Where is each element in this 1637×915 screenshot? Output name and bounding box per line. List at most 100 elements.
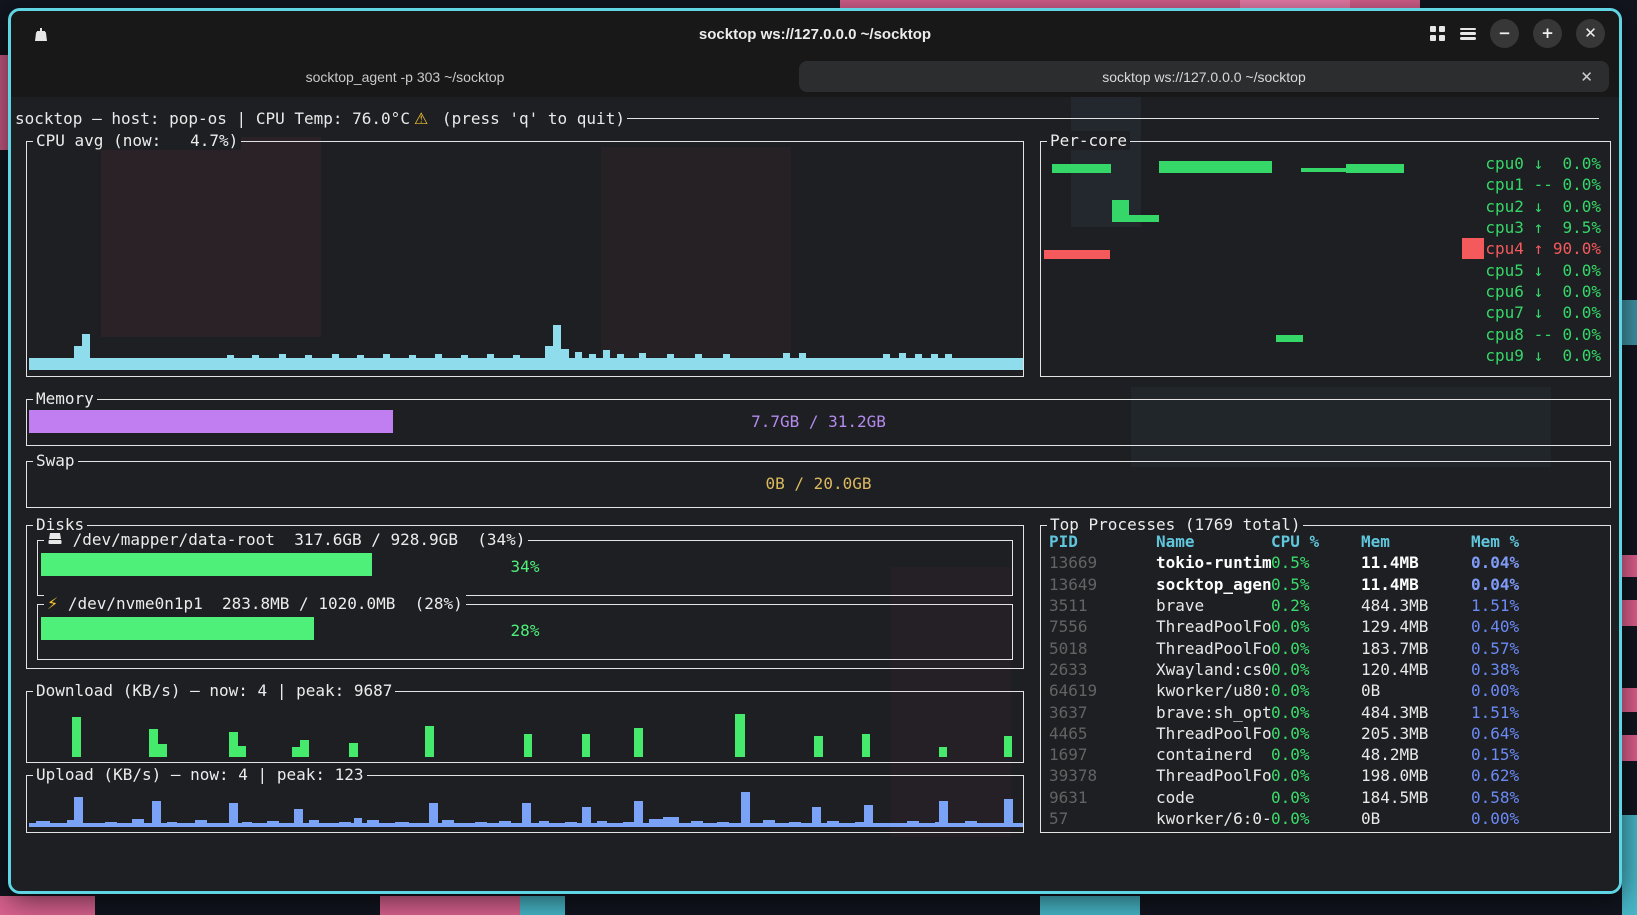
core-row: cpu6 ↓ 0.0% xyxy=(1462,281,1601,302)
spark-bar xyxy=(425,726,434,757)
spark-bar xyxy=(74,346,82,370)
process-cell: 0.57% xyxy=(1471,639,1604,658)
spark-bar xyxy=(939,801,948,827)
process-row[interactable]: 7556ThreadPoolFo0.0%129.4MB0.40% xyxy=(1049,616,1604,637)
menu-icon[interactable] xyxy=(1460,28,1476,40)
process-row[interactable]: 13649socktop_agen0.5%11.4MB0.04% xyxy=(1049,574,1604,595)
process-row[interactable]: 3637brave:sh_opt0.0%484.3MB1.51% xyxy=(1049,701,1604,722)
core-label: cpu9 ↓ 0.0% xyxy=(1485,346,1601,365)
process-column-header: Name xyxy=(1156,532,1271,551)
process-cell: 0.00% xyxy=(1471,809,1604,828)
core-row: cpu8 -- 0.0% xyxy=(1462,323,1601,344)
swap-title: Swap xyxy=(33,451,78,470)
process-row[interactable]: 57kworker/6:0-0.0%0B0.00% xyxy=(1049,808,1604,829)
process-cell: brave xyxy=(1156,596,1271,615)
process-cell: 0.2% xyxy=(1271,596,1361,615)
process-cell: 183.7MB xyxy=(1361,639,1471,658)
spark-bar xyxy=(158,744,167,757)
tab-close-icon[interactable]: ✕ xyxy=(1580,68,1593,86)
spark-bar xyxy=(1129,215,1159,222)
process-row[interactable]: 1697containerd0.0%48.2MB0.15% xyxy=(1049,744,1604,765)
process-cell: 11.4MB xyxy=(1361,553,1471,572)
process-row[interactable]: 5018ThreadPoolFo0.0%183.7MB0.57% xyxy=(1049,637,1604,658)
per-core-panel: Per-core cpu0 ↓ 0.0%cpu1 -- 0.0%cpu2 ↓ 0… xyxy=(1040,141,1611,377)
spark-bar xyxy=(1276,335,1303,342)
process-column-header: CPU % xyxy=(1271,532,1361,551)
core-row: cpu5 ↓ 0.0% xyxy=(1462,259,1601,280)
process-row[interactable]: 39378ThreadPoolFo0.0%198.0MB0.62% xyxy=(1049,765,1604,786)
spark-bar xyxy=(553,325,561,370)
wallpaper-shape xyxy=(1622,555,1637,577)
spark-bar xyxy=(1052,164,1111,173)
process-cell: 0.15% xyxy=(1471,745,1604,764)
memory-title: Memory xyxy=(33,389,97,408)
spark-bar xyxy=(945,354,952,370)
process-column-header: PID xyxy=(1049,532,1156,551)
tab-socktop-agent[interactable]: socktop_agent -p 303 ~/socktop xyxy=(11,57,799,97)
process-row[interactable]: 64619kworker/u80:0.0%0B0.00% xyxy=(1049,680,1604,701)
process-cell: 57 xyxy=(1049,809,1156,828)
wallpaper-shape xyxy=(1622,300,1637,345)
process-cell: 205.3MB xyxy=(1361,724,1471,743)
wallpaper-shape xyxy=(1622,735,1637,761)
spark-bar xyxy=(339,822,351,827)
disks-panel: Disks /dev/mapper/data-root 317.6GB / 92… xyxy=(26,525,1024,669)
spark-bar xyxy=(229,732,238,757)
spark-bar xyxy=(783,353,790,370)
terminal-content[interactable]: socktop — host: pop-os | CPU Temp: 76.0°… xyxy=(11,97,1619,891)
process-cell: 0.0% xyxy=(1271,809,1361,828)
spark-bar xyxy=(383,354,390,370)
spark-bar xyxy=(279,354,286,370)
new-tab-button[interactable] xyxy=(29,23,53,47)
process-cell: 0.0% xyxy=(1271,745,1361,764)
spark-bar xyxy=(1004,799,1013,827)
process-cell: kworker/6:0- xyxy=(1156,809,1271,828)
process-cell: 7556 xyxy=(1049,617,1156,636)
download-sparkline xyxy=(27,692,1023,762)
process-cell: ThreadPoolFo xyxy=(1156,617,1271,636)
process-cell: 0B xyxy=(1361,809,1471,828)
spark-bar xyxy=(487,354,494,370)
process-cell: 9631 xyxy=(1049,788,1156,807)
spark-bar xyxy=(475,822,487,827)
minimize-button[interactable]: − xyxy=(1490,19,1519,48)
process-row[interactable]: 2633Xwayland:cs00.0%120.4MB0.38% xyxy=(1049,659,1604,680)
process-cell: 2633 xyxy=(1049,660,1156,679)
spark-bar xyxy=(827,821,839,827)
wallpaper-shape xyxy=(1622,600,1637,626)
core-row: cpu4 ↑ 90.0% xyxy=(1462,238,1601,259)
spark-bar xyxy=(582,734,590,757)
disk-info-text: /dev/nvme0n1p1 283.8MB / 1020.0MB (28%) xyxy=(58,594,463,613)
process-row[interactable]: 9631code0.0%184.5MB0.58% xyxy=(1049,787,1604,808)
status-line: socktop — host: pop-os | CPU Temp: 76.0°… xyxy=(15,109,1599,128)
process-row[interactable]: 3511brave0.2%484.3MB1.51% xyxy=(1049,595,1604,616)
tab-overview-icon[interactable] xyxy=(1430,26,1446,42)
core-label: cpu1 -- 0.0% xyxy=(1485,175,1601,194)
core-label: cpu3 ↑ 9.5% xyxy=(1485,218,1601,237)
maximize-button[interactable]: + xyxy=(1533,19,1562,48)
swap-panel: Swap 0B / 20.0GB xyxy=(26,461,1611,508)
process-cell: code xyxy=(1156,788,1271,807)
process-cell: 3637 xyxy=(1049,703,1156,722)
close-button[interactable]: ✕ xyxy=(1576,19,1605,48)
spark-bar xyxy=(149,729,158,757)
spark-bar xyxy=(305,355,312,370)
process-row[interactable]: 4465ThreadPoolFo0.0%205.3MB0.64% xyxy=(1049,723,1604,744)
spark-bar xyxy=(435,354,442,370)
spark-bar xyxy=(883,354,890,370)
wallpaper-shape xyxy=(1040,896,1140,915)
core-label: cpu4 ↑ 90.0% xyxy=(1485,239,1601,258)
process-row[interactable]: 13669tokio-runtim0.5%11.4MB0.04% xyxy=(1049,552,1604,573)
tab-socktop[interactable]: socktop ws://127.0.0.0 ~/socktop ✕ xyxy=(799,61,1609,92)
process-cell: Xwayland:cs0 xyxy=(1156,660,1271,679)
spark-bar xyxy=(105,822,117,827)
spark-bar xyxy=(603,350,610,370)
spark-bar xyxy=(227,355,234,370)
spark-bar xyxy=(965,821,977,827)
spark-bar xyxy=(1301,168,1346,172)
disk-panel: ⚡ /dev/nvme0n1p1 283.8MB / 1020.0MB (28%… xyxy=(37,604,1013,660)
process-cell: 5018 xyxy=(1049,639,1156,658)
core-label: cpu6 ↓ 0.0% xyxy=(1485,282,1601,301)
spark-bar xyxy=(195,820,207,827)
host-temp-text: socktop — host: pop-os | CPU Temp: 76.0°… xyxy=(15,109,410,128)
